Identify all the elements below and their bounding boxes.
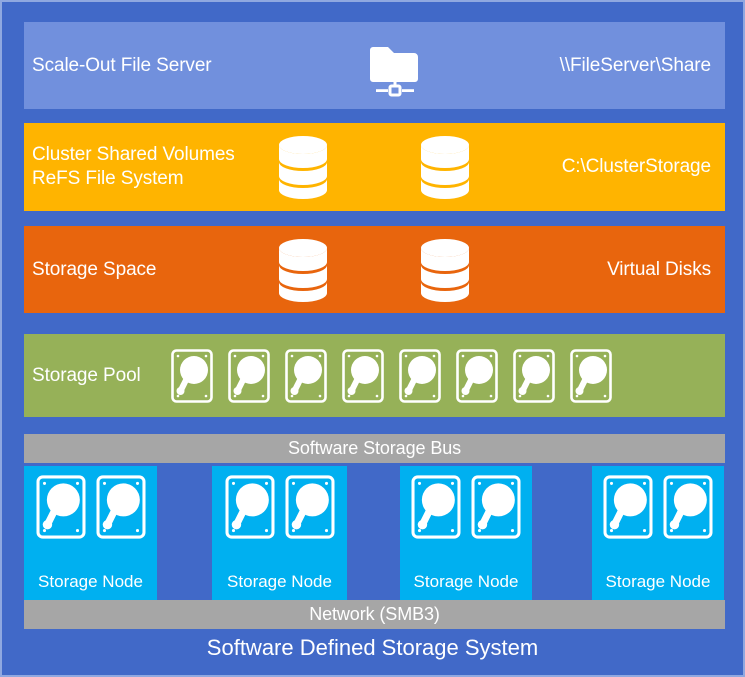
storage-node-disk (470, 474, 522, 540)
layer-scale-out-file-server: Scale-Out File Server \\FileServer\Share (24, 22, 725, 109)
hard-disk-icon (570, 348, 612, 403)
storage-node-label: Storage Node (605, 572, 711, 591)
storage-space-label: Storage Space (32, 258, 157, 280)
storage-node-disks (224, 466, 336, 540)
layer-network: Network (SMB3) (24, 600, 725, 629)
hard-disk-icon (284, 475, 335, 539)
layer-storage-pool: Storage Pool (24, 334, 725, 417)
database-cylinder-icon (279, 136, 327, 199)
layer-storage-space: Storage Space Virtual Disks (24, 226, 725, 313)
shared-folder-icon (370, 46, 418, 96)
network-smb3-label: Network (SMB3) (309, 604, 440, 625)
storage-node-label: Storage Node (413, 572, 519, 591)
hard-disk-icon (411, 475, 461, 539)
storage-node-disk (662, 474, 714, 540)
storage-node-label: Storage Node (38, 572, 143, 591)
hard-disk-icon (456, 348, 498, 403)
database-cylinder-icon (279, 238, 327, 302)
storage-pool-disk (398, 348, 442, 404)
csv-cylinder-icon-group (277, 134, 471, 200)
hard-disk-icon (342, 348, 384, 403)
virtual-disks-label: Virtual Disks (607, 258, 711, 280)
software-storage-bus-label: Software Storage Bus (287, 438, 462, 459)
hard-disk-icon (224, 475, 275, 539)
software-defined-storage-diagram: Scale-Out File Server \\FileServer\Share… (0, 0, 745, 677)
scale-out-file-server-label: Scale-Out File Server (32, 54, 212, 76)
storage-node-disk (284, 474, 336, 540)
hard-disk-icon (399, 348, 441, 403)
hard-disk-icon (285, 348, 327, 403)
database-cylinder-icon (421, 238, 469, 302)
storage-node-disk (35, 474, 87, 540)
storage-pool-disk (341, 348, 385, 404)
hard-disk-icon (228, 348, 270, 403)
storage-pool-disk (455, 348, 499, 404)
storage-node: Storage Node (212, 466, 347, 600)
storage-node-disk (602, 474, 654, 540)
storage-space-cylinder-icon-group (277, 237, 471, 303)
layer-cluster-shared-volumes: Cluster Shared Volumes ReFS File System … (24, 123, 725, 211)
hard-disk-icon (663, 475, 713, 539)
hard-disk-icon (95, 475, 146, 539)
storage-node-disk (95, 474, 147, 540)
database-cylinder-icon (421, 136, 469, 199)
storage-node: Storage Node (400, 466, 532, 600)
storage-node-disks (410, 466, 522, 540)
hard-disk-icon (603, 475, 653, 539)
shared-folder-icon-group (364, 35, 426, 97)
hard-disk-icon (35, 475, 86, 539)
storage-node: Storage Node (592, 466, 724, 600)
storage-pool-disk-icon-group (170, 348, 613, 404)
storage-pool-disk (170, 348, 214, 404)
cluster-shared-volumes-label: Cluster Shared Volumes ReFS File System (32, 144, 235, 189)
layer-software-storage-bus: Software Storage Bus (24, 434, 725, 463)
hard-disk-icon (513, 348, 555, 403)
storage-pool-disk (227, 348, 271, 404)
storage-pool-label: Storage Pool (32, 364, 141, 386)
storage-node-disks (35, 466, 147, 540)
storage-pool-disk (512, 348, 556, 404)
hard-disk-icon (471, 475, 521, 539)
storage-node-disk (224, 474, 276, 540)
hard-disk-icon (171, 348, 213, 403)
storage-pool-disk (284, 348, 328, 404)
file-server-share-path-label: \\FileServer\Share (559, 54, 711, 76)
storage-pool-disk (569, 348, 613, 404)
diagram-title: Software Defined Storage System (206, 635, 539, 660)
storage-node-disk (410, 474, 462, 540)
storage-node-disks (602, 466, 714, 540)
cluster-storage-path-label: C:\ClusterStorage (561, 156, 711, 178)
storage-node-label: Storage Node (227, 572, 332, 591)
storage-node: Storage Node (24, 466, 157, 600)
